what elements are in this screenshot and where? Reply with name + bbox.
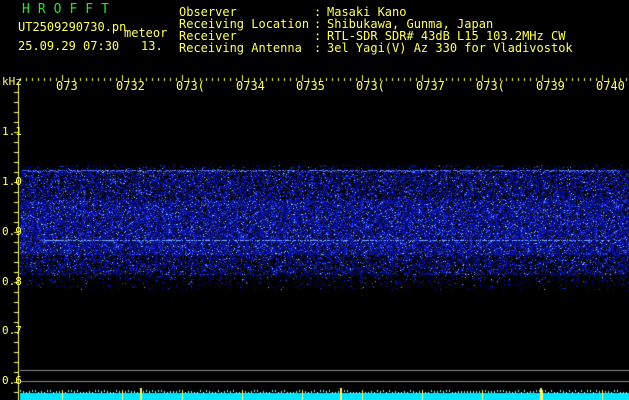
x-tick-label: 073( xyxy=(476,79,505,93)
x-tick-label: 0734 xyxy=(236,79,265,93)
datetime-label: 25.09.29 07:30 xyxy=(18,39,120,53)
mode-label: meteor xyxy=(124,26,168,40)
spectrogram-canvas xyxy=(0,0,629,400)
y-tick-label: 0.9 xyxy=(2,225,22,238)
info-sep: : xyxy=(314,41,322,55)
x-tick-label: 0740 xyxy=(596,79,625,93)
x-tick-label: 073( xyxy=(356,79,385,93)
x-tick-label: 0732 xyxy=(116,79,145,93)
count-label: 13. xyxy=(141,39,163,53)
x-tick-label: 073( xyxy=(176,79,205,93)
info-value-antenna: 3el Yagi(V) Az 330 for Vladivostok xyxy=(327,41,573,55)
y-tick-label: 1.0 xyxy=(2,175,22,188)
y-tick-label: 0.6 xyxy=(2,374,22,387)
filename-label: UT2509290730.pn xyxy=(18,20,127,34)
y-unit-label: kHz xyxy=(2,75,22,88)
x-tick-label: 0739 xyxy=(536,79,565,93)
x-tick-label: 073 xyxy=(56,79,78,93)
y-tick-label: 0.8 xyxy=(2,275,22,288)
x-tick-label: 0735 xyxy=(296,79,325,93)
x-tick-label: 0737 xyxy=(416,79,445,93)
y-tick-label: 1.1 xyxy=(2,125,22,138)
y-tick-label: 0.7 xyxy=(2,324,22,337)
program-title: HROFFT xyxy=(22,2,117,17)
info-key-antenna: Receiving Antenna xyxy=(179,41,302,55)
